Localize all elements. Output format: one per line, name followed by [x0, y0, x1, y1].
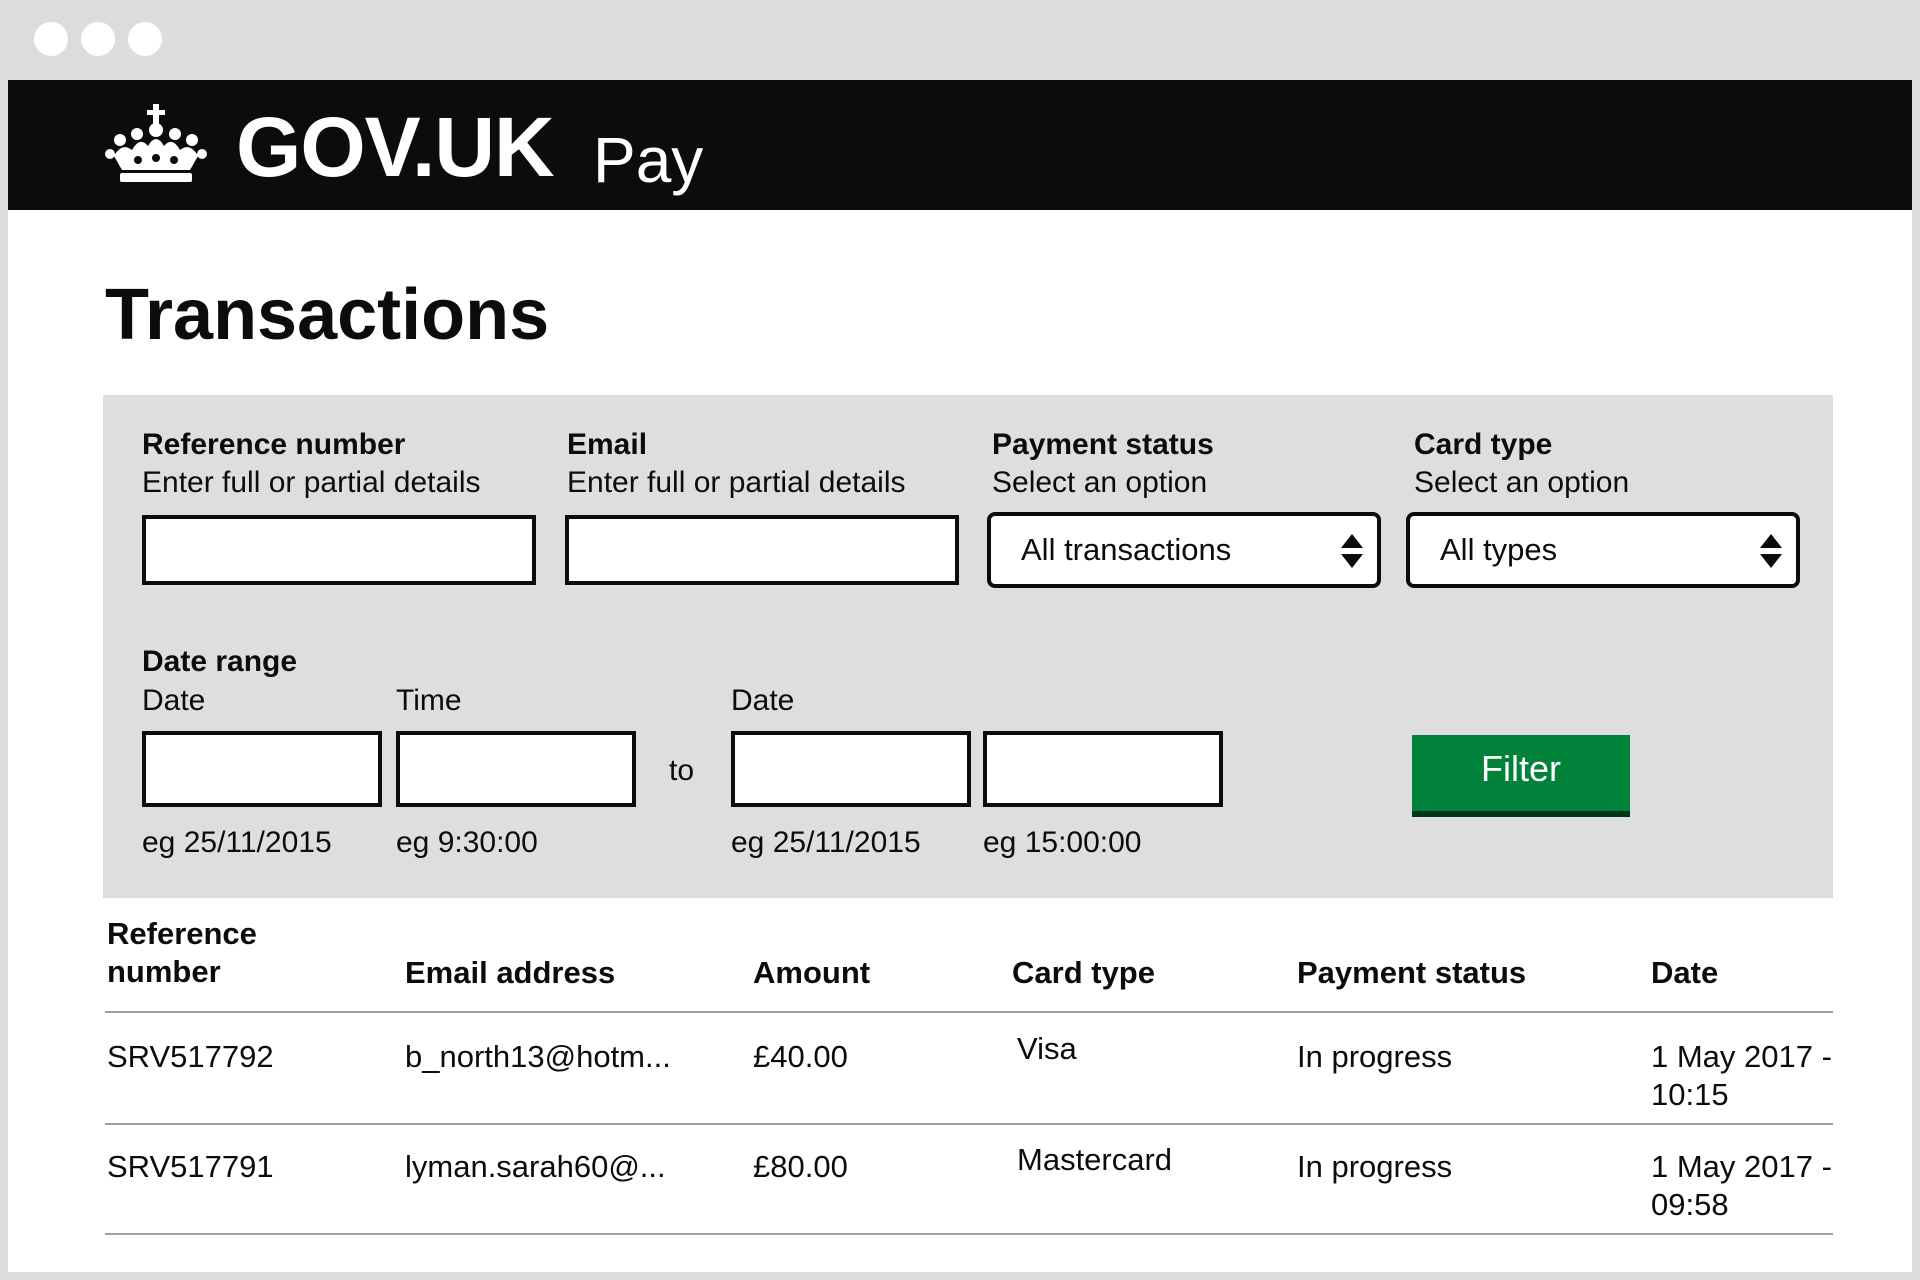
column-header-card-type: Card type [1012, 955, 1155, 990]
row-reference: SRV517792 [107, 1039, 274, 1074]
window-close-dot[interactable] [34, 22, 68, 56]
payment-status-label: Payment status [992, 428, 1214, 461]
reference-input[interactable] [142, 515, 536, 585]
from-time-label: Time [396, 684, 462, 717]
to-time-input[interactable] [983, 731, 1223, 807]
from-time-hint: eg 9:30:00 [396, 826, 538, 859]
table-header-divider [105, 1011, 1833, 1013]
browser-chrome [0, 0, 1920, 80]
row-status: In progress [1297, 1149, 1453, 1184]
email-label: Email [567, 428, 648, 461]
card-type-hint: Select an option [1414, 466, 1630, 499]
service-name[interactable]: Pay [593, 120, 703, 200]
payment-status-hint: Select an option [992, 466, 1208, 499]
row-status: In progress [1297, 1039, 1453, 1074]
date-range-to-text: to [669, 754, 695, 787]
payment-status-select[interactable]: All transactions [987, 512, 1381, 588]
row-date: 1 May 2017 - 09:58 [1651, 1149, 1832, 1222]
select-arrows-icon [1341, 534, 1363, 568]
select-arrows-icon [1760, 534, 1782, 568]
email-hint: Enter full or partial details [567, 466, 906, 499]
window-minimize-dot[interactable] [81, 22, 115, 56]
column-header-payment-status: Payment status [1297, 955, 1527, 990]
row-card-type: Mastercard [1017, 1142, 1173, 1177]
table-row-divider [105, 1123, 1833, 1125]
row-amount: £80.00 [753, 1149, 848, 1184]
govuk-header: GOV.UK Pay [8, 80, 1912, 210]
column-header-amount: Amount [753, 955, 871, 990]
card-type-selected: All types [1440, 532, 1558, 567]
from-date-hint: eg 25/11/2015 [142, 826, 332, 859]
row-card-type: Visa [1017, 1031, 1077, 1066]
filter-button[interactable]: Filter [1412, 735, 1630, 811]
from-time-input[interactable] [396, 731, 636, 807]
column-header-reference: Reference number [107, 916, 257, 989]
to-date-label: Date [731, 684, 795, 717]
row-amount: £40.00 [753, 1039, 848, 1074]
payment-status-selected: All transactions [1021, 532, 1232, 567]
email-input[interactable] [565, 515, 959, 585]
browser-window: GOV.UK Pay Transactions Reference number… [8, 80, 1912, 1272]
row-email: b_north13@hotm... [405, 1039, 671, 1074]
card-type-label: Card type [1414, 428, 1553, 461]
row-reference: SRV517791 [107, 1149, 274, 1184]
govuk-logo-text[interactable]: GOV.UK [236, 102, 555, 192]
row-email: lyman.sarah60@... [405, 1149, 666, 1184]
page-title: Transactions [105, 275, 550, 355]
crown-icon [105, 104, 207, 182]
column-header-date: Date [1651, 955, 1719, 990]
date-range-label: Date range [142, 645, 298, 678]
filter-panel: Reference number Enter full or partial d… [103, 395, 1833, 898]
row-date: 1 May 2017 - 10:15 [1651, 1039, 1832, 1112]
from-date-label: Date [142, 684, 206, 717]
to-date-hint: eg 25/11/2015 [731, 826, 921, 859]
card-type-select[interactable]: All types [1406, 512, 1800, 588]
reference-label: Reference number [142, 428, 406, 461]
window-maximize-dot[interactable] [128, 22, 162, 56]
to-date-input[interactable] [731, 731, 971, 807]
reference-hint: Enter full or partial details [142, 466, 481, 499]
table-row-divider [105, 1233, 1833, 1235]
from-date-input[interactable] [142, 731, 382, 807]
to-time-hint: eg 15:00:00 [983, 826, 1142, 859]
column-header-email: Email address [405, 955, 616, 990]
